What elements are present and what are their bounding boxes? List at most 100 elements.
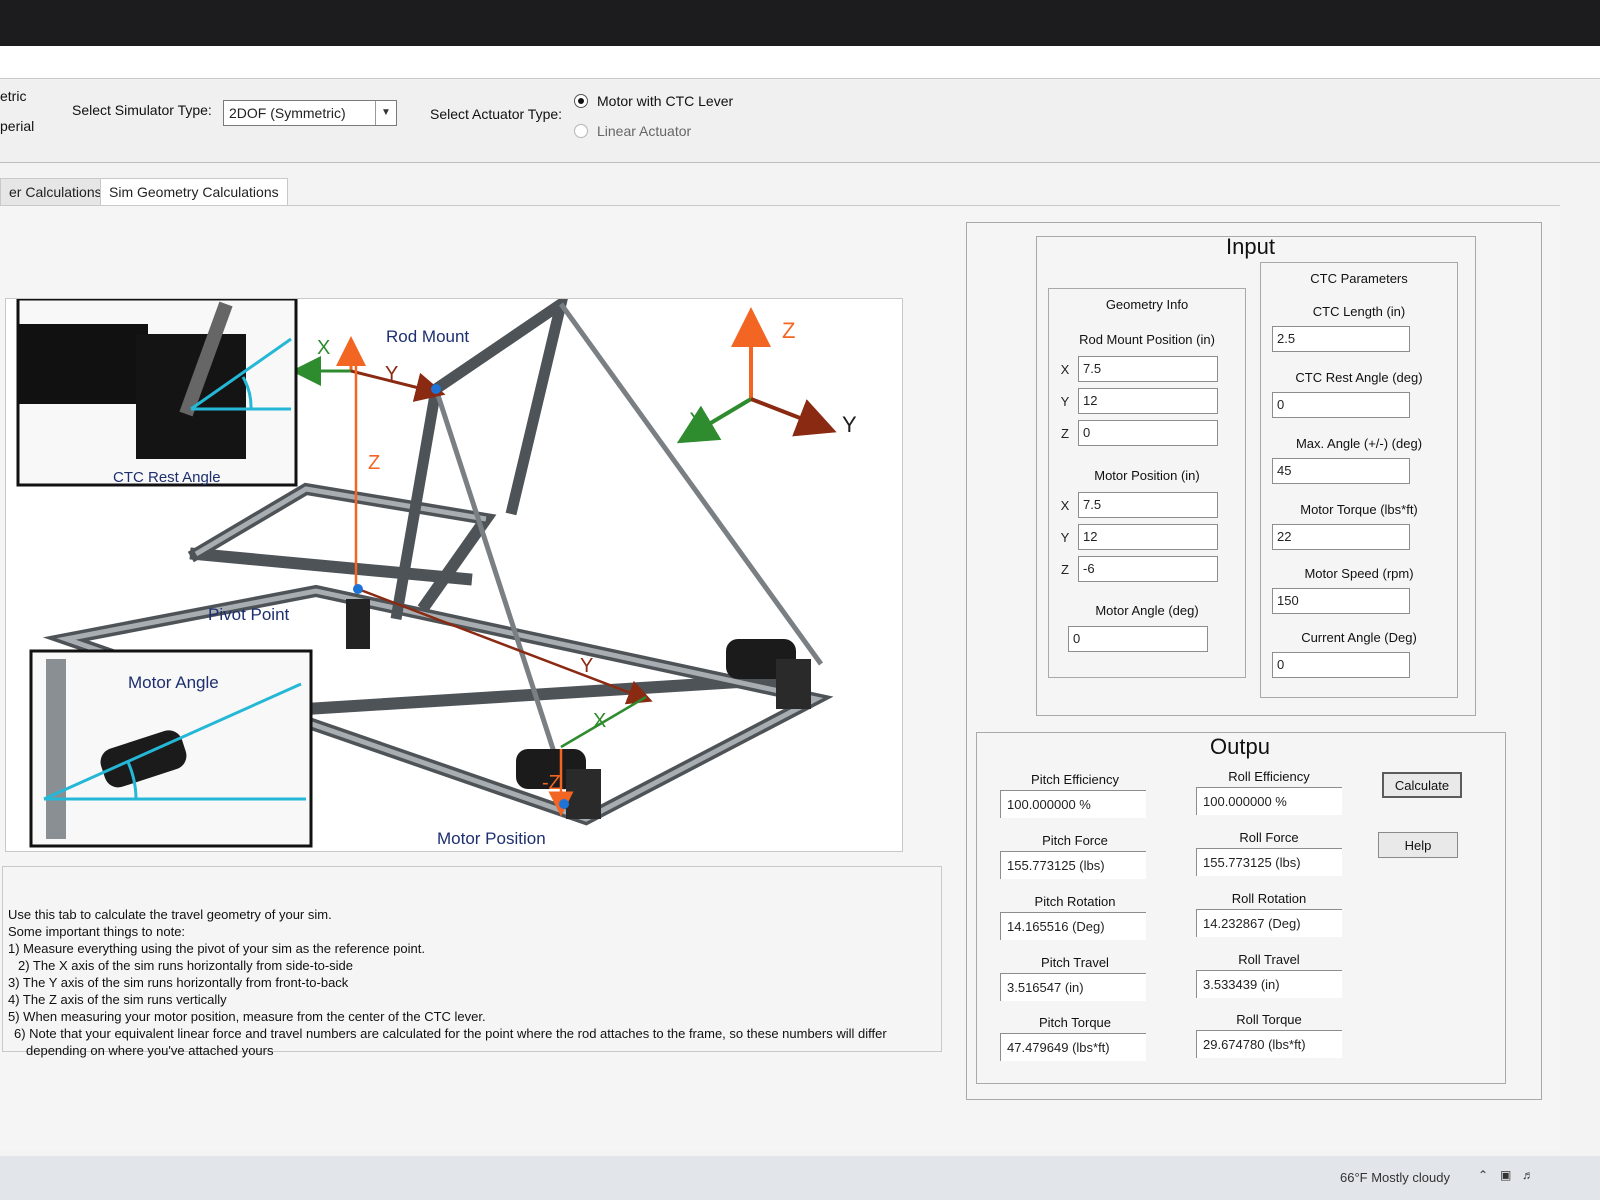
note-line: 1) Measure everything using the pivot of… xyxy=(8,941,425,956)
rod-mount-y-input[interactable]: 12 xyxy=(1078,388,1218,414)
help-button[interactable]: Help xyxy=(1378,832,1458,858)
motor-position-x-input[interactable]: 7.5 xyxy=(1078,492,1218,518)
motor-position-z-input[interactable]: -6 xyxy=(1078,556,1218,582)
rod-mount-position-label: Rod Mount Position (in) xyxy=(1079,332,1215,347)
max-angle-label: Max. Angle (+/-) (deg) xyxy=(1295,436,1423,451)
roll-torque-value: 29.674780 (lbs*ft) xyxy=(1196,1030,1342,1058)
ctc-length-input[interactable]: 2.5 xyxy=(1272,326,1410,352)
input-title: Input xyxy=(1226,234,1275,259)
pitch-torque-label: Pitch Torque xyxy=(1038,1015,1112,1030)
simulator-type-select[interactable]: 2DOF (Symmetric) ▼ xyxy=(223,100,397,126)
motor-speed-input[interactable]: 150 xyxy=(1272,588,1410,614)
axis-label-x-rod: X xyxy=(317,337,331,359)
tab-sim-geometry[interactable]: Sim Geometry Calculations xyxy=(100,178,288,207)
rod-mount-x-input[interactable]: 7.5 xyxy=(1078,356,1218,382)
motor-angle-input[interactable]: 0 xyxy=(1068,626,1208,652)
rod-mount-z-input[interactable]: 0 xyxy=(1078,420,1218,446)
pitch-rotation-label: Pitch Rotation xyxy=(1034,894,1116,909)
global-y-axis xyxy=(750,397,837,437)
motor-angle-label: Motor Angle (deg) xyxy=(1095,603,1199,618)
motor-position-marker xyxy=(559,799,569,809)
rod-z-label: Z xyxy=(1061,426,1069,441)
geometry-info-title: Geometry Info xyxy=(1105,297,1189,312)
pivot-point-marker xyxy=(353,584,363,594)
ctc-rest-angle-input[interactable]: 0 xyxy=(1272,392,1410,418)
pitch-efficiency-value: 100.000000 % xyxy=(1000,790,1146,818)
units-imperial-option[interactable]: perial xyxy=(0,118,34,134)
rod-mount-marker xyxy=(431,384,441,394)
window-title-strip xyxy=(0,46,1600,79)
frame-illustration xyxy=(16,291,837,848)
motor-speed-label: Motor Speed (rpm) xyxy=(1304,566,1414,581)
note-line: Use this tab to calculate the travel geo… xyxy=(8,907,332,922)
motor-torque-input[interactable]: 22 xyxy=(1272,524,1410,550)
axis-label-x-motor: X xyxy=(593,710,607,732)
pitch-force-label: Pitch Force xyxy=(1042,833,1108,848)
pitch-rotation-value: 14.165516 (Deg) xyxy=(1000,912,1146,940)
ctc-length-label: CTC Length (in) xyxy=(1312,304,1406,319)
speaker-icon[interactable]: ♬ xyxy=(1522,1168,1534,1182)
label-pivot-point: Pivot Point xyxy=(208,605,290,624)
label-ctc-rest-angle: CTC Rest Angle xyxy=(113,469,221,486)
actuator-ctc-radio[interactable] xyxy=(574,94,588,108)
rod-y-label: Y xyxy=(1060,394,1070,409)
actuator-linear-label[interactable]: Linear Actuator xyxy=(597,123,691,139)
note-line: depending on where you've attached yours xyxy=(26,1043,274,1058)
pitch-torque-value: 47.479649 (lbs*ft) xyxy=(1000,1033,1146,1061)
motor-x-label: X xyxy=(1060,498,1070,513)
roll-efficiency-label: Roll Efficiency xyxy=(1228,769,1310,784)
y-dimension-line xyxy=(357,587,653,705)
simulator-type-value: 2DOF (Symmetric) xyxy=(229,105,346,121)
global-axis-label-x: X xyxy=(689,408,704,433)
pitch-travel-label: Pitch Travel xyxy=(1041,955,1109,970)
chevron-down-icon[interactable]: ▼ xyxy=(375,101,396,125)
motor-position-label: Motor Position (in) xyxy=(1094,468,1200,483)
actuator-ctc-label[interactable]: Motor with CTC Lever xyxy=(597,93,733,109)
axis-label-neg-z: -Z xyxy=(542,772,561,794)
chevron-up-icon[interactable]: ⌃ xyxy=(1478,1168,1488,1182)
roll-efficiency-value: 100.000000 % xyxy=(1196,787,1342,815)
actuator-linear-radio[interactable] xyxy=(574,124,588,138)
note-line: 3) The Y axis of the sim runs horizontal… xyxy=(8,975,349,990)
motor-position-y-input[interactable]: 12 xyxy=(1078,524,1218,550)
actuator-type-label: Select Actuator Type: xyxy=(430,106,563,122)
note-line: 4) The Z axis of the sim runs vertically xyxy=(8,992,227,1007)
motor-right xyxy=(726,639,811,709)
roll-travel-value: 3.533439 (in) xyxy=(1196,970,1342,998)
note-line: 6) Note that your equivalent linear forc… xyxy=(14,1026,887,1041)
network-icon[interactable]: ▣ xyxy=(1500,1168,1511,1182)
ctc-parameters-title: CTC Parameters xyxy=(1310,271,1408,286)
label-motor-angle: Motor Angle xyxy=(128,673,219,692)
units-metric-option[interactable]: etric xyxy=(0,88,26,104)
calculate-button[interactable]: Calculate xyxy=(1382,772,1462,798)
label-motor-position: Motor Position xyxy=(437,829,546,848)
note-line: Some important things to note: xyxy=(8,924,186,939)
simulator-type-label: Select Simulator Type: xyxy=(72,102,212,118)
max-angle-input[interactable]: 45 xyxy=(1272,458,1410,484)
pitch-force-value: 155.773125 (lbs) xyxy=(1000,851,1146,879)
axis-label-z-pivot: Z xyxy=(368,452,381,474)
instructions-notes: Use this tab to calculate the travel geo… xyxy=(8,906,938,1059)
motor-y-label: Y xyxy=(1060,530,1070,545)
axis-label-y-motor: Y xyxy=(580,655,594,677)
global-axis-label-y: Y xyxy=(842,412,857,437)
tab-power-calculations[interactable]: er Calculations xyxy=(0,178,111,206)
roll-rotation-label: Roll Rotation xyxy=(1231,891,1307,906)
output-title: Outpu xyxy=(1210,734,1270,759)
geometry-diagram xyxy=(5,291,903,852)
pivot-block xyxy=(346,599,370,649)
roll-torque-label: Roll Torque xyxy=(1236,1012,1302,1027)
current-angle-input[interactable]: 0 xyxy=(1272,652,1410,678)
note-line: 5) When measuring your motor position, m… xyxy=(8,1009,486,1024)
monitor-top-bezel xyxy=(0,0,1600,46)
rod-x-label: X xyxy=(1060,362,1070,377)
axis-label-y-rod: Y xyxy=(385,363,399,385)
roll-force-value: 155.773125 (lbs) xyxy=(1196,848,1342,876)
motor-z-label: Z xyxy=(1061,562,1069,577)
ctc-rest-angle-label: CTC Rest Angle (deg) xyxy=(1295,370,1423,385)
push-rod xyxy=(433,388,569,790)
global-axis-label-z: Z xyxy=(782,318,796,343)
ctc-rest-angle-inset xyxy=(16,297,298,487)
roll-force-label: Roll Force xyxy=(1239,830,1299,845)
weather-status[interactable]: 66°F Mostly cloudy xyxy=(1340,1170,1450,1185)
